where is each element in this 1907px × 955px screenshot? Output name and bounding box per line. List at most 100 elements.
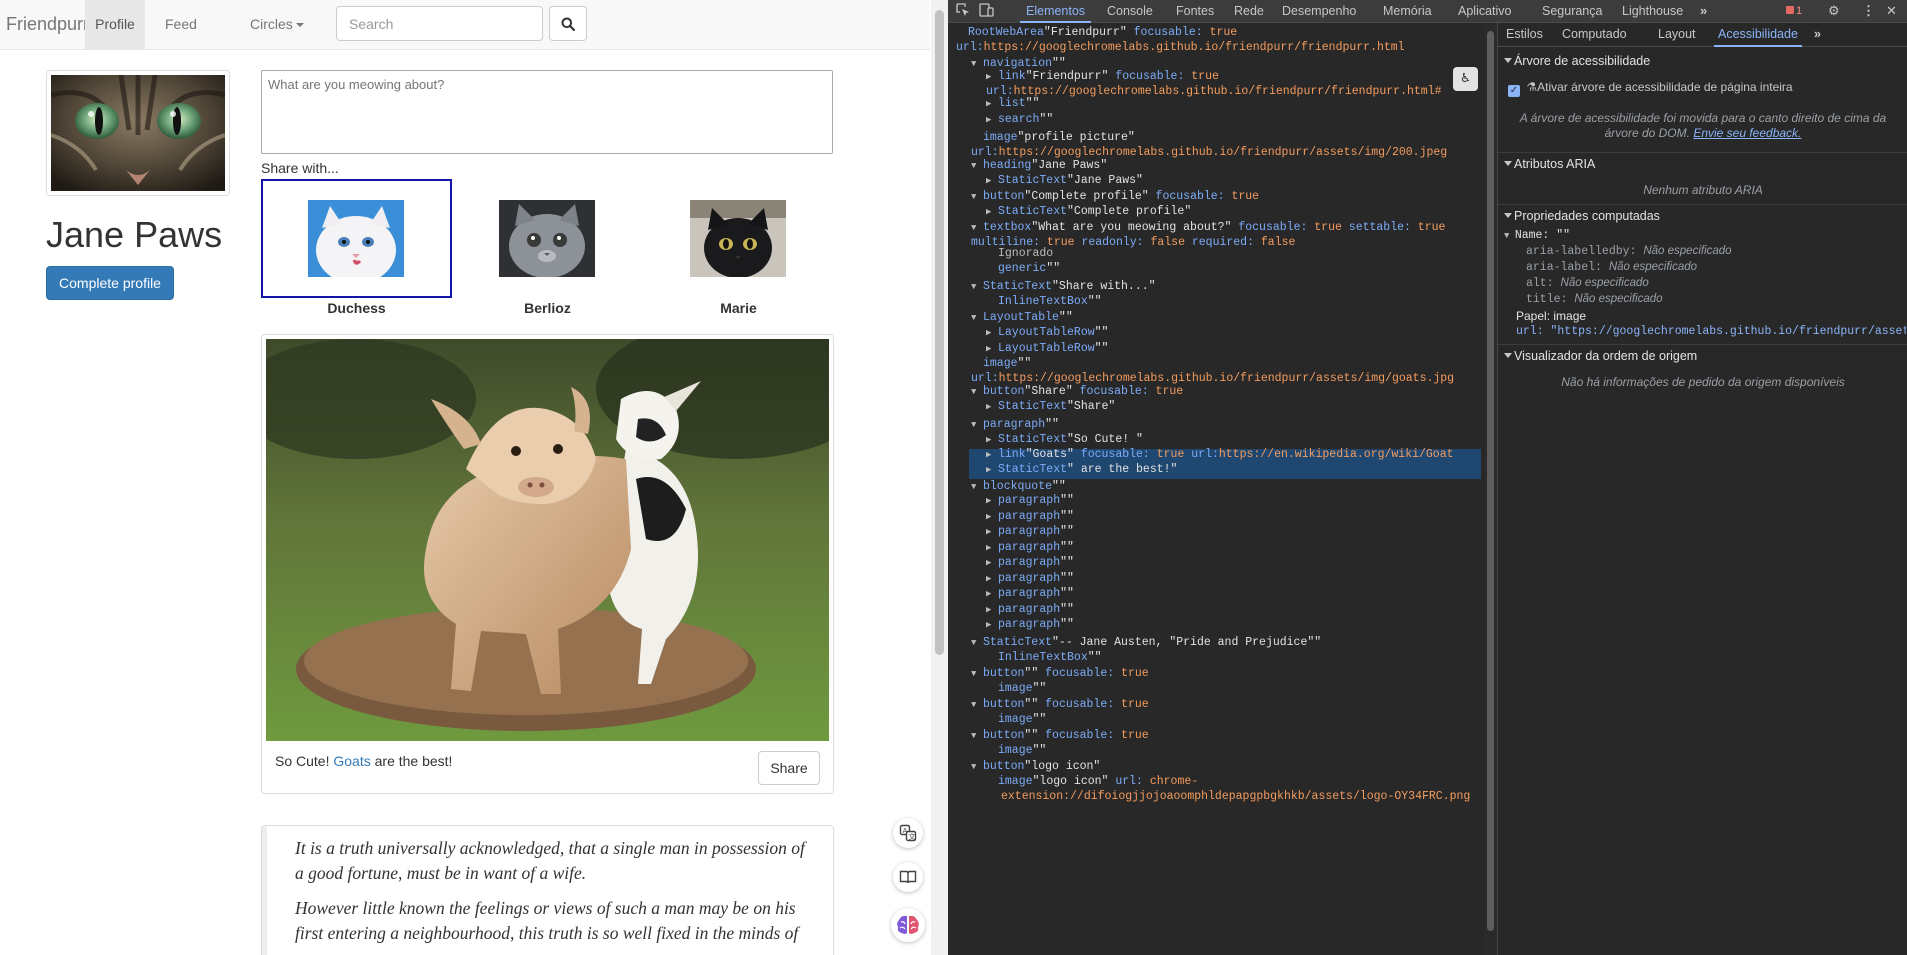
section-aria-header[interactable]: Atributos ARIA bbox=[1498, 152, 1907, 174]
node-role: paragraph bbox=[998, 525, 1061, 538]
complete-profile-button[interactable]: Complete profile bbox=[46, 266, 174, 300]
search-button[interactable] bbox=[549, 6, 587, 41]
expand-triangle-icon: ▼ bbox=[1504, 231, 1515, 241]
tree-node[interactable]: generic"" bbox=[986, 259, 1060, 278]
node-name: "" bbox=[1032, 682, 1047, 695]
gear-icon[interactable]: ⚙ bbox=[1828, 3, 1840, 19]
brain-extension-button[interactable] bbox=[891, 908, 925, 942]
scrollbar-thumb[interactable] bbox=[935, 10, 944, 655]
reader-button[interactable] bbox=[893, 862, 923, 892]
inspect-icon[interactable] bbox=[956, 3, 970, 20]
close-icon[interactable]: ✕ bbox=[1886, 3, 1897, 19]
tab-fontes[interactable]: Fontes bbox=[1170, 0, 1220, 23]
accessibility-toggle-button[interactable]: ♿ bbox=[1453, 67, 1478, 91]
expand-triangle-icon[interactable]: ▼ bbox=[971, 383, 983, 402]
brand-link[interactable]: Friendpurr bbox=[6, 14, 89, 35]
node-role: image bbox=[998, 682, 1033, 695]
web-page: Friendpurr Profile Feed Circles Search J… bbox=[0, 0, 948, 955]
node-role: StaticText bbox=[998, 174, 1068, 187]
post-card: So Cute! Goats are the best! Share bbox=[261, 334, 834, 794]
expand-triangle-icon[interactable]: ▼ bbox=[971, 665, 983, 684]
friend-duchess[interactable]: Duchess bbox=[261, 179, 452, 319]
computed-name: Name: "" bbox=[1514, 229, 1571, 242]
expand-triangle-icon[interactable]: ▼ bbox=[971, 416, 983, 435]
white-cat-image bbox=[308, 200, 404, 277]
checkbox-checked[interactable]: ✓ bbox=[1508, 85, 1520, 97]
node-name: "" bbox=[1060, 556, 1074, 569]
node-role: paragraph bbox=[998, 587, 1061, 600]
node-name: "" bbox=[1060, 494, 1074, 507]
scrollbar-thumb[interactable] bbox=[1487, 31, 1494, 931]
enable-full-tree-row[interactable]: ✓ ⚗Ativar árvore de acessibilidade de pá… bbox=[1508, 80, 1793, 97]
tree-node[interactable]: ▶ paragraph"" bbox=[986, 615, 1074, 635]
search-input[interactable] bbox=[336, 6, 543, 41]
devtools-panel: Elementos Console Fontes Rede Desempenho… bbox=[948, 0, 1907, 955]
tab-desempenho[interactable]: Desempenho bbox=[1276, 0, 1362, 23]
tree-node-continuation: extension://difoiogjjojoaoomphldepapgpbg… bbox=[1001, 787, 1470, 806]
more-tabs-icon[interactable]: » bbox=[1700, 3, 1707, 18]
node-props: false bbox=[1254, 236, 1296, 249]
name-source-row: aria-label: Não especificado bbox=[1526, 261, 1698, 274]
svg-text:文: 文 bbox=[909, 832, 916, 841]
friend-name: Marie bbox=[720, 300, 757, 316]
node-role: generic bbox=[998, 262, 1047, 275]
tab-estilos[interactable]: Estilos bbox=[1506, 23, 1543, 47]
tab-elementos[interactable]: Elementos bbox=[1020, 0, 1092, 23]
tree-node[interactable]: ▶ search"" bbox=[986, 110, 1053, 130]
expand-triangle-icon[interactable]: ▼ bbox=[971, 758, 983, 777]
node-role: InlineTextBox bbox=[998, 651, 1088, 664]
expand-triangle-icon[interactable]: ▼ bbox=[971, 278, 983, 297]
expand-triangle-icon[interactable]: ▼ bbox=[971, 157, 983, 176]
computed-name-row[interactable]: ▼ Name: "" bbox=[1504, 229, 1570, 242]
name-source-val: Não especificado bbox=[1560, 277, 1649, 289]
node-url[interactable]: https://googlechromelabs.github.io/frien… bbox=[1014, 85, 1442, 98]
tab-seguranca[interactable]: Segurança bbox=[1536, 0, 1608, 23]
translate-button[interactable]: A文 bbox=[893, 818, 923, 848]
tab-rede[interactable]: Rede bbox=[1228, 0, 1270, 23]
tab-console[interactable]: Console bbox=[1101, 0, 1159, 23]
expand-triangle-icon[interactable]: ▼ bbox=[971, 634, 983, 653]
quote-paragraph: However little known the feelings or vie… bbox=[295, 898, 799, 943]
status-textarea[interactable] bbox=[261, 70, 833, 154]
node-role: StaticText bbox=[998, 205, 1068, 218]
tab-computado[interactable]: Computado bbox=[1562, 23, 1627, 47]
feedback-link[interactable]: Envie seu feedback. bbox=[1693, 126, 1801, 140]
expand-triangle-icon[interactable]: ▼ bbox=[971, 309, 983, 328]
node-url[interactable]: extension://difoiogjjojoaoomphldepapgpbg… bbox=[1001, 790, 1470, 803]
share-with-label: Share with... bbox=[261, 160, 339, 176]
expand-triangle-icon[interactable]: ▼ bbox=[971, 478, 983, 497]
tree-scrollbar[interactable] bbox=[1484, 23, 1497, 955]
tab-acessibilidade[interactable]: Acessibilidade bbox=[1714, 23, 1802, 47]
friend-berlioz[interactable]: Berlioz bbox=[452, 179, 643, 319]
node-url[interactable]: https://googlechromelabs.github.io/frien… bbox=[984, 41, 1405, 54]
tree-node[interactable]: ▶ StaticText"Share" bbox=[986, 397, 1115, 417]
friend-marie[interactable]: Marie bbox=[643, 179, 834, 319]
goats-link[interactable]: Goats bbox=[333, 753, 370, 769]
section-computed-header[interactable]: Propriedades computadas bbox=[1498, 204, 1907, 226]
expand-triangle-icon[interactable]: ▼ bbox=[971, 696, 983, 715]
tab-aplicativo[interactable]: Aplicativo bbox=[1452, 0, 1518, 23]
expand-triangle-icon[interactable]: ▼ bbox=[971, 55, 983, 74]
nav-circles[interactable]: Circles bbox=[235, 0, 319, 50]
section-source-order-header[interactable]: Visualizador da ordem de origem bbox=[1498, 344, 1907, 366]
node-name: "Share" bbox=[1067, 400, 1116, 413]
page-scrollbar[interactable] bbox=[931, 0, 948, 955]
share-button[interactable]: Share bbox=[758, 751, 820, 785]
tab-layout[interactable]: Layout bbox=[1658, 23, 1696, 47]
node-name: "" bbox=[1039, 113, 1054, 126]
section-tree-header[interactable]: Árvore de acessibilidade bbox=[1498, 50, 1907, 72]
expand-triangle-icon[interactable]: ▼ bbox=[971, 727, 983, 746]
nav-feed[interactable]: Feed bbox=[150, 0, 212, 50]
node-name: " are the best!" bbox=[1067, 463, 1178, 476]
node-name: "Complete profile" bbox=[1067, 205, 1192, 218]
tab-memoria[interactable]: Memória bbox=[1377, 0, 1438, 23]
error-badge[interactable]: 1 bbox=[1786, 5, 1802, 17]
expand-triangle-icon[interactable]: ▼ bbox=[971, 188, 983, 207]
kebab-menu-icon[interactable]: ⋮ bbox=[1862, 3, 1875, 19]
tab-lighthouse[interactable]: Lighthouse bbox=[1616, 0, 1689, 23]
nav-profile[interactable]: Profile bbox=[85, 0, 145, 50]
search-icon bbox=[561, 17, 575, 31]
device-toggle-icon[interactable] bbox=[979, 3, 994, 20]
node-name: "" bbox=[1094, 342, 1109, 355]
more-side-tabs-icon[interactable]: » bbox=[1814, 23, 1821, 47]
